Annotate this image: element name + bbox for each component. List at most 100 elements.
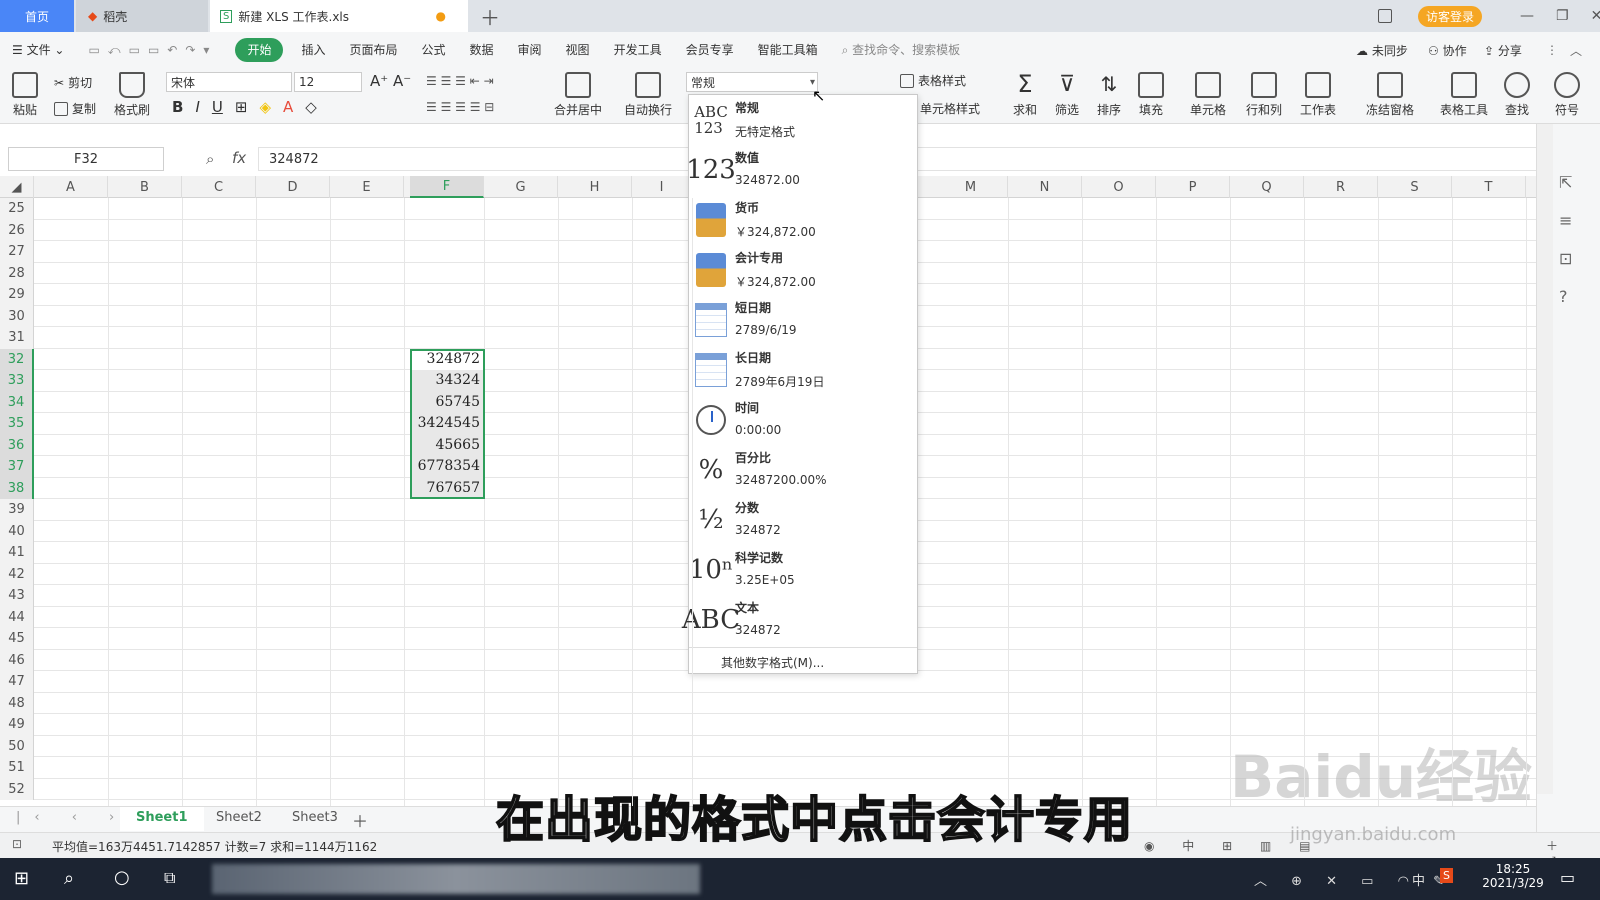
font-size-select[interactable]: 12 — [294, 72, 362, 92]
row-header[interactable]: 37 — [0, 456, 34, 478]
menu-review[interactable]: 审阅 — [506, 38, 554, 62]
menu-smart-toolbox[interactable]: 智能工具箱 — [746, 38, 830, 62]
row-header[interactable]: 47 — [0, 671, 34, 693]
filter-button[interactable]: ⊽ 筛选 — [1054, 72, 1080, 118]
column-header-S[interactable]: S — [1378, 176, 1452, 198]
search-icon[interactable]: ⌕ — [64, 868, 74, 889]
merge-center-button[interactable]: 合并居中 — [554, 72, 602, 118]
window-mode-icon[interactable] — [1378, 0, 1392, 32]
menu-formula[interactable]: 公式 — [410, 38, 458, 62]
cell-F36[interactable]: 45665 — [410, 434, 484, 456]
windows-start-icon[interactable]: ⊞ — [14, 868, 29, 889]
cell-F33[interactable]: 34324 — [410, 370, 484, 392]
format-option-1[interactable]: 123 数值 324872.00 — [686, 145, 917, 195]
border-icon[interactable]: ⊞ — [235, 98, 248, 116]
column-header-D[interactable]: D — [256, 176, 330, 198]
menu-page-layout[interactable]: 页面布局 — [337, 38, 409, 62]
format-option-4[interactable]: 短日期 2789/6/19 — [689, 295, 917, 345]
format-option-3[interactable]: 会计专用 ￥324,872.00 — [689, 245, 917, 295]
collab-button[interactable]: ⚇ 协作 — [1428, 42, 1467, 59]
format-option-5[interactable]: 长日期 2789年6月19日 — [689, 345, 917, 395]
row-header[interactable]: 48 — [0, 692, 34, 714]
menu-view[interactable]: 视图 — [554, 38, 602, 62]
tab-document[interactable]: S 新建 XLS 工作表.xls ● — [210, 0, 468, 32]
tab-home[interactable]: 首页 — [0, 0, 74, 32]
menu-developer[interactable]: 开发工具 — [602, 38, 674, 62]
close-icon[interactable]: ✕ — [1591, 8, 1600, 24]
sort-button[interactable]: ⇅ 排序 — [1096, 72, 1122, 118]
column-header-T[interactable]: T — [1452, 176, 1526, 198]
column-header-Q[interactable]: Q — [1230, 176, 1304, 198]
column-header-I[interactable]: I — [632, 176, 692, 198]
cell-F38[interactable]: 767657 — [410, 477, 484, 499]
row-header[interactable]: 33 — [0, 370, 34, 392]
column-header-R[interactable]: R — [1304, 176, 1378, 198]
cell-F35[interactable]: 3424545 — [410, 413, 484, 435]
fill-color-icon[interactable]: ◈ — [259, 98, 271, 116]
row-header[interactable]: 25 — [0, 198, 34, 220]
name-box[interactable]: F32 — [8, 147, 164, 171]
wrap-text-button[interactable]: 自动换行 — [624, 72, 672, 118]
row-header[interactable]: 39 — [0, 499, 34, 521]
column-header-C[interactable]: C — [182, 176, 256, 198]
row-header[interactable]: 40 — [0, 520, 34, 542]
find-button[interactable]: 查找 — [1504, 72, 1530, 118]
horizontal-align-toolbar[interactable]: ☰ ☰ ☰ ☰ ⊟ — [426, 100, 494, 114]
row-header[interactable]: 46 — [0, 649, 34, 671]
more-icon[interactable]: ⋮ — [1546, 43, 1558, 57]
format-painter-button[interactable]: 格式刷 — [114, 72, 150, 118]
task-view-icon[interactable]: ⧉ — [164, 868, 175, 888]
copy-button[interactable]: 复制 — [54, 100, 96, 117]
tab-daoke[interactable]: ◆ 稻壳 — [76, 0, 208, 32]
share-button[interactable]: ⇪ 分享 — [1484, 42, 1522, 59]
login-button[interactable]: 访客登录 — [1418, 5, 1483, 27]
clear-format-icon[interactable]: ◇ — [305, 98, 317, 116]
cell-button[interactable]: 单元格 — [1190, 72, 1226, 118]
macro-icon[interactable]: ⊡ — [12, 837, 22, 851]
adjust-icon[interactable]: ≡ — [1559, 202, 1572, 240]
ime-indicator[interactable]: 中 — [1412, 870, 1425, 889]
cell-F37[interactable]: 6778354 — [410, 456, 484, 478]
row-header[interactable]: 49 — [0, 714, 34, 736]
column-header-A[interactable]: A — [34, 176, 108, 198]
bold-icon[interactable]: B — [172, 98, 183, 116]
row-header[interactable]: 43 — [0, 585, 34, 607]
fx-icon[interactable]: fx — [232, 149, 246, 167]
menu-member[interactable]: 会员专享 — [674, 38, 746, 62]
row-header[interactable]: 42 — [0, 563, 34, 585]
sheet-tab-1[interactable]: Sheet1 — [120, 807, 204, 831]
font-style-toolbar[interactable]: B I U ⊞ ◈ A ◇ — [172, 98, 317, 116]
row-header[interactable]: 29 — [0, 284, 34, 306]
menu-data[interactable]: 数据 — [458, 38, 506, 62]
font-grow-shrink[interactable]: A⁺ A⁻ — [370, 72, 411, 90]
column-header-P[interactable]: P — [1156, 176, 1230, 198]
zoom-formula-icon[interactable]: ⌕ — [206, 150, 214, 168]
table-tools-button[interactable]: 表格工具 — [1440, 72, 1488, 118]
format-option-9[interactable]: 10ⁿ 科学记数 3.25E+05 — [689, 545, 917, 595]
column-header-M[interactable]: M — [934, 176, 1008, 198]
row-header[interactable]: 27 — [0, 241, 34, 263]
menu-start[interactable]: 开始 — [235, 38, 284, 62]
row-header[interactable]: 30 — [0, 305, 34, 327]
side-tools[interactable]: ⇱ ≡ ⊡? — [1559, 164, 1572, 316]
fill-button[interactable]: 填充 — [1138, 72, 1164, 118]
table-style-button[interactable]: 表格样式 — [900, 72, 966, 89]
select-pointer-icon[interactable]: ⇱ — [1559, 164, 1572, 202]
sheet-tab-3[interactable]: Sheet3 — [292, 810, 338, 825]
row-header[interactable]: 32 — [0, 348, 34, 370]
row-col-button[interactable]: 行和列 — [1246, 72, 1282, 118]
row-header[interactable]: 38 — [0, 477, 34, 499]
minimize-icon[interactable]: — — [1520, 8, 1534, 24]
underline-icon[interactable]: U — [212, 98, 223, 116]
row-header[interactable]: 41 — [0, 542, 34, 564]
cortana-icon[interactable]: ○ — [114, 867, 130, 888]
format-option-0[interactable]: ABC 123 常规 无特定格式 — [689, 95, 917, 145]
symbol-button[interactable]: 符号 — [1554, 72, 1580, 118]
sync-status[interactable]: ☁ 未同步 — [1356, 42, 1408, 59]
more-number-formats[interactable]: 其他数字格式(M)... — [689, 647, 917, 671]
cell-F34[interactable]: 65745 — [410, 391, 484, 413]
row-header[interactable]: 50 — [0, 735, 34, 757]
format-option-10[interactable]: ABC 文本 324872 — [682, 595, 917, 645]
cut-button[interactable]: ✂ 剪切 — [54, 74, 92, 91]
help-icon[interactable]: ? — [1559, 278, 1572, 316]
